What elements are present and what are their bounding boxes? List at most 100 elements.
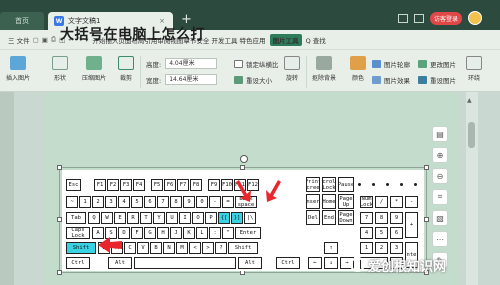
keyboard-key: L bbox=[196, 227, 208, 239]
resize-handle[interactable] bbox=[424, 217, 429, 222]
width-label: 宽度: bbox=[146, 76, 162, 85]
indicator-light bbox=[414, 183, 417, 186]
color-button[interactable]: 颜色 bbox=[350, 56, 366, 82]
keyboard-key: 4 bbox=[360, 227, 373, 239]
keyboard-key: M bbox=[176, 242, 188, 254]
crop-button[interactable]: 裁剪 bbox=[118, 56, 134, 82]
indicator-light bbox=[386, 183, 389, 186]
search-button[interactable]: Q 查找 bbox=[306, 35, 326, 45]
keyboard-key: Shift bbox=[66, 242, 96, 254]
picture-effect-button[interactable]: 图片效果 bbox=[372, 75, 410, 85]
keyboard-key: 5 bbox=[375, 227, 388, 239]
keyboard-key: F9 bbox=[208, 179, 220, 191]
wrap-label: 环绕 bbox=[467, 75, 480, 82]
width-input[interactable]: 14.64厘米 bbox=[165, 74, 218, 85]
keyboard-key: R bbox=[127, 212, 139, 224]
keyboard-key: E bbox=[114, 212, 126, 224]
window-layout-icon[interactable] bbox=[398, 13, 408, 23]
keyboard-key: F8 bbox=[190, 179, 202, 191]
keyboard-key: {[ bbox=[218, 212, 230, 224]
keyboard-key: Del bbox=[306, 210, 320, 225]
tab-home[interactable]: 首页 bbox=[0, 12, 44, 30]
reset-picture-button[interactable]: 重设图片 bbox=[418, 75, 456, 85]
keyboard-key: F5 bbox=[151, 179, 163, 191]
height-input[interactable]: 4.04厘米 bbox=[165, 58, 218, 69]
keyboard-key: Ctrl bbox=[276, 257, 300, 269]
keyboard-key: Num Lock bbox=[360, 196, 373, 208]
insert-picture-button[interactable]: 插入图片 bbox=[6, 56, 30, 82]
keyboard-key: 3 bbox=[105, 196, 117, 208]
change-picture-button[interactable]: 更改图片 bbox=[418, 59, 456, 69]
lock-ratio-checkbox[interactable]: 锁定纵横比 bbox=[234, 59, 279, 69]
document-heading[interactable]: 大括号在电脑上怎么打 bbox=[60, 24, 205, 44]
wrap-button[interactable]: 环绕 bbox=[466, 56, 482, 82]
keyboard-key: Scroll Lock bbox=[322, 177, 336, 192]
keyboard-key: Enter bbox=[235, 227, 261, 239]
visitor-login-button[interactable]: 访客登录 bbox=[430, 11, 463, 25]
zoom-out-icon[interactable]: ⊖ bbox=[432, 168, 448, 184]
insert-picture-label: 插入图片 bbox=[6, 75, 31, 82]
rotate-icon bbox=[284, 56, 300, 70]
window-controls: 访客登录 bbox=[398, 11, 483, 25]
keyboard-key: 9 bbox=[183, 196, 195, 208]
keyboard-key: 0 bbox=[196, 196, 208, 208]
more-options-icon[interactable]: ⋯ bbox=[432, 231, 448, 247]
keyboard-key: 2 bbox=[375, 242, 388, 254]
watermark-logo bbox=[350, 257, 365, 272]
print-icon[interactable]: ⎙ bbox=[51, 35, 56, 44]
shape-button[interactable]: 形状 bbox=[52, 56, 68, 82]
keyboard-key: 7 bbox=[157, 196, 169, 208]
keyboard-key: W bbox=[101, 212, 113, 224]
watermark: 爱创根知识网 bbox=[368, 260, 447, 275]
avatar[interactable] bbox=[468, 11, 483, 25]
menu-file[interactable]: 三 文件 bbox=[8, 35, 30, 45]
scrollbar[interactable] bbox=[466, 92, 478, 285]
ribbon: 插入图片 形状 压缩图片 裁剪 高度: 4.04厘米 宽度: 14.64厘米 锁… bbox=[0, 50, 500, 92]
keyboard-key: ↓ bbox=[324, 257, 338, 269]
color-label: 颜色 bbox=[351, 75, 364, 82]
side-toolbar: ▤ ⊕ ⊖ ⌗ ▧ ⋯ ✎ bbox=[432, 126, 448, 268]
divider bbox=[140, 56, 141, 88]
resize-handle[interactable] bbox=[424, 165, 429, 170]
remove-background-button[interactable]: 抠除背景 bbox=[312, 56, 336, 82]
rotate-button[interactable]: 旋转 bbox=[284, 56, 300, 82]
keyboard-key: Esc bbox=[66, 179, 81, 191]
keyboard-key: Y bbox=[153, 212, 165, 224]
crop-label: 裁剪 bbox=[119, 75, 132, 82]
color-icon bbox=[350, 56, 366, 70]
reset-size-label: 重设大小 bbox=[246, 77, 272, 85]
keyboard-key: Pause bbox=[338, 177, 354, 192]
vertical-ruler bbox=[0, 92, 14, 285]
picture-preview-icon[interactable]: ▧ bbox=[432, 210, 448, 226]
reset-size-button[interactable]: 重设大小 bbox=[234, 75, 272, 85]
keyboard-key: Page Down bbox=[338, 210, 354, 225]
crop-tool-icon[interactable]: ⌗ bbox=[432, 189, 448, 205]
red-arrow-icon bbox=[98, 237, 122, 253]
layout-options-icon[interactable]: ▤ bbox=[432, 126, 448, 142]
tab-picture-tools[interactable]: 图片工具 bbox=[269, 33, 302, 46]
picture-outline-button[interactable]: 图片轮廓 bbox=[372, 59, 410, 69]
indicator-light bbox=[400, 183, 403, 186]
keyboard-key: 9 bbox=[390, 212, 403, 224]
keyboard-key: 7 bbox=[360, 212, 373, 224]
keyboard-key: / bbox=[375, 196, 388, 208]
keyboard-key: 6 bbox=[390, 227, 403, 239]
height-field: 高度: 4.04厘米 bbox=[146, 58, 218, 69]
open-icon[interactable]: ▢ bbox=[33, 36, 39, 44]
keyboard-key: V bbox=[137, 242, 149, 254]
keyboard-key: 8 bbox=[170, 196, 182, 208]
crop-icon bbox=[118, 56, 134, 70]
compress-picture-button[interactable]: 压缩图片 bbox=[82, 56, 106, 82]
picture-icon bbox=[10, 56, 26, 70]
save-icon[interactable]: ▣ bbox=[42, 36, 48, 44]
keyboard-key: F1 bbox=[94, 179, 106, 191]
reset-picture-icon bbox=[418, 76, 427, 84]
keyboard-key: Page Up bbox=[338, 194, 354, 209]
rotate-handle[interactable] bbox=[240, 155, 248, 163]
keyboard-key: F bbox=[131, 227, 143, 239]
scrollbar-thumb[interactable] bbox=[468, 122, 475, 148]
zoom-in-icon[interactable]: ⊕ bbox=[432, 147, 448, 163]
window-grid-icon[interactable] bbox=[414, 13, 424, 23]
keyboard-key: * bbox=[390, 196, 403, 208]
scroll-up-icon[interactable]: ▲ bbox=[467, 97, 472, 104]
